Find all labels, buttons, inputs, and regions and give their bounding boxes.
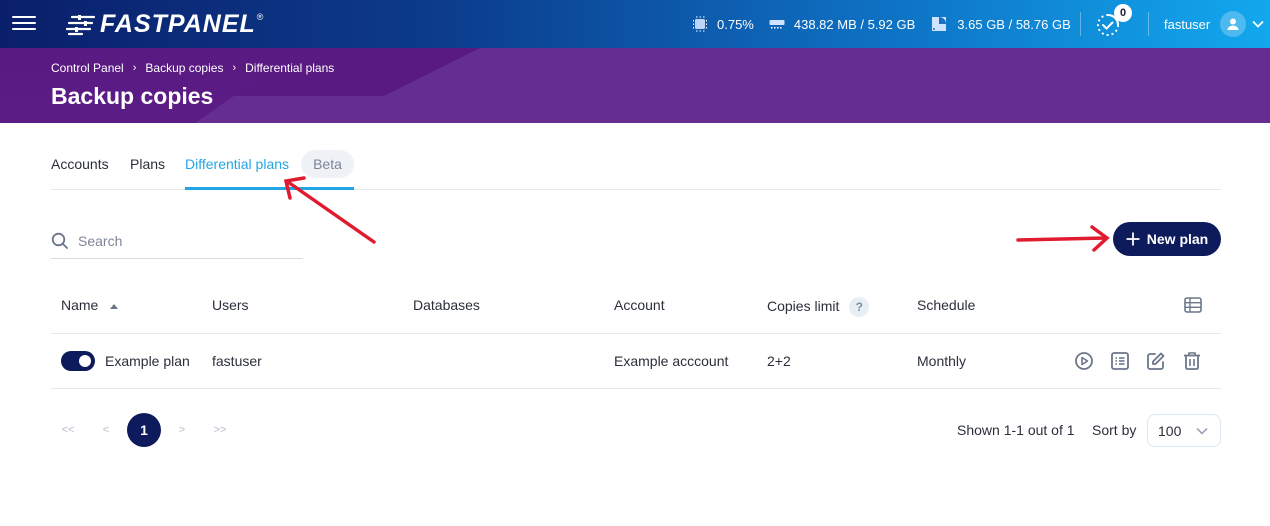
shown-count: Shown 1-1 out of 1 <box>957 422 1075 438</box>
run-button[interactable] <box>1073 350 1095 372</box>
table-row: Example plan fastuser Example acccount 2… <box>51 334 1221 389</box>
column-header-copies-limit[interactable]: Copies limit ? <box>767 297 870 317</box>
new-plan-button[interactable]: New plan <box>1113 222 1221 256</box>
per-page-select[interactable]: 100 <box>1147 414 1221 447</box>
column-header-name[interactable]: Name <box>61 297 119 313</box>
page-button-current[interactable]: 1 <box>127 413 161 447</box>
divider <box>1148 12 1149 36</box>
disk-icon <box>932 17 947 31</box>
cpu-icon <box>693 16 707 32</box>
toggle-knob <box>79 355 91 367</box>
breadcrumb-backup-copies[interactable]: Backup copies <box>145 61 223 75</box>
breadcrumb-control-panel[interactable]: Control Panel <box>51 61 124 75</box>
delete-button[interactable] <box>1181 350 1203 372</box>
edit-icon <box>1147 352 1165 370</box>
search-field <box>51 224 303 259</box>
prev-page-button[interactable]: < <box>89 413 123 447</box>
beta-badge: Beta <box>301 150 354 178</box>
tab-differential-plans[interactable]: Differential plans <box>185 148 289 190</box>
details-button[interactable] <box>1109 350 1131 372</box>
user-icon <box>1227 18 1239 30</box>
help-icon[interactable]: ? <box>849 297 870 317</box>
annotation-arrow-icon <box>1016 225 1110 252</box>
server-stats: 0.75% 438.82 MB / 5.92 GB 3.65 GB / 58.7… <box>692 0 1086 48</box>
disk-stat: 3.65 GB / 58.76 GB <box>930 15 1071 33</box>
tab-plans[interactable]: Plans <box>130 148 165 190</box>
plus-icon <box>1126 232 1140 246</box>
next-page-button[interactable]: > <box>165 413 199 447</box>
chevron-down-icon <box>1196 427 1208 435</box>
avatar <box>1220 11 1247 37</box>
trash-icon <box>1184 352 1200 370</box>
column-header-account[interactable]: Account <box>614 297 665 313</box>
sort-ascending-icon <box>110 303 119 309</box>
chevron-right-icon: › <box>232 62 237 74</box>
column-header-databases[interactable]: Databases <box>413 297 480 313</box>
breadcrumb-current: Differential plans <box>245 61 335 75</box>
page-title: Backup copies <box>51 83 214 109</box>
chevron-right-icon: › <box>132 62 137 74</box>
plan-account: Example acccount <box>614 353 729 369</box>
column-header-users[interactable]: Users <box>212 297 249 313</box>
disk-value: 3.65 GB / 58.76 GB <box>957 16 1071 32</box>
page-header: Control Panel › Backup copies › Differen… <box>0 48 1270 123</box>
breadcrumb: Control Panel › Backup copies › Differen… <box>51 61 334 75</box>
active-tab-indicator <box>185 187 354 190</box>
top-bar: FASTPANEL ® 0.75% 438.82 MB / 5.92 GB 3.… <box>0 0 1270 48</box>
tasks-count-badge: 0 <box>1114 4 1132 22</box>
new-plan-label: New plan <box>1146 231 1209 247</box>
divider <box>1080 12 1081 36</box>
per-page-value: 100 <box>1158 422 1182 439</box>
username: fastuser <box>1164 16 1211 32</box>
column-label: Name <box>61 297 99 313</box>
ram-value: 438.82 MB / 5.92 GB <box>793 16 916 32</box>
column-header-schedule[interactable]: Schedule <box>917 297 975 313</box>
tabs: Accounts Plans Differential plans Beta <box>51 148 1221 190</box>
registered-mark: ® <box>256 12 264 22</box>
sort-by-label: Sort by <box>1092 422 1137 438</box>
logo-mark-icon <box>66 14 96 35</box>
plan-users: fastuser <box>212 353 262 369</box>
first-page-button[interactable]: << <box>51 413 85 447</box>
table-header: Name Users Databases Account Copies limi… <box>51 280 1221 334</box>
last-page-button[interactable]: >> <box>203 413 237 447</box>
edit-button[interactable] <box>1145 350 1167 372</box>
brand-name: FASTPANEL <box>100 10 256 38</box>
tab-accounts[interactable]: Accounts <box>51 148 109 190</box>
column-settings-button[interactable] <box>1184 297 1202 318</box>
search-input[interactable] <box>78 233 288 249</box>
search-icon <box>51 232 68 249</box>
cpu-value: 0.75% <box>717 16 754 32</box>
plans-table: Name Users Databases Account Copies limi… <box>51 280 1221 389</box>
list-icon <box>1111 352 1129 370</box>
plan-enabled-toggle[interactable] <box>61 351 95 371</box>
play-icon <box>1075 352 1093 370</box>
table-columns-icon <box>1184 297 1202 313</box>
cpu-stat: 0.75% <box>692 16 754 32</box>
column-label: Copies limit <box>767 298 840 314</box>
logo[interactable]: FASTPANEL ® <box>66 10 263 39</box>
tasks-button[interactable]: 0 <box>1094 4 1132 40</box>
plan-schedule: Monthly <box>917 353 967 369</box>
row-actions <box>1073 350 1217 372</box>
menu-icon[interactable] <box>12 12 36 34</box>
ram-stat: 438.82 MB / 5.92 GB <box>769 17 915 32</box>
chevron-down-icon <box>1252 20 1264 28</box>
plan-copies-limit: 2+2 <box>767 353 791 369</box>
ram-icon <box>769 20 785 29</box>
plan-name: Example plan <box>105 353 190 369</box>
user-menu[interactable]: fastuser <box>1164 0 1264 48</box>
pagination: << < 1 > >> <box>51 413 241 447</box>
